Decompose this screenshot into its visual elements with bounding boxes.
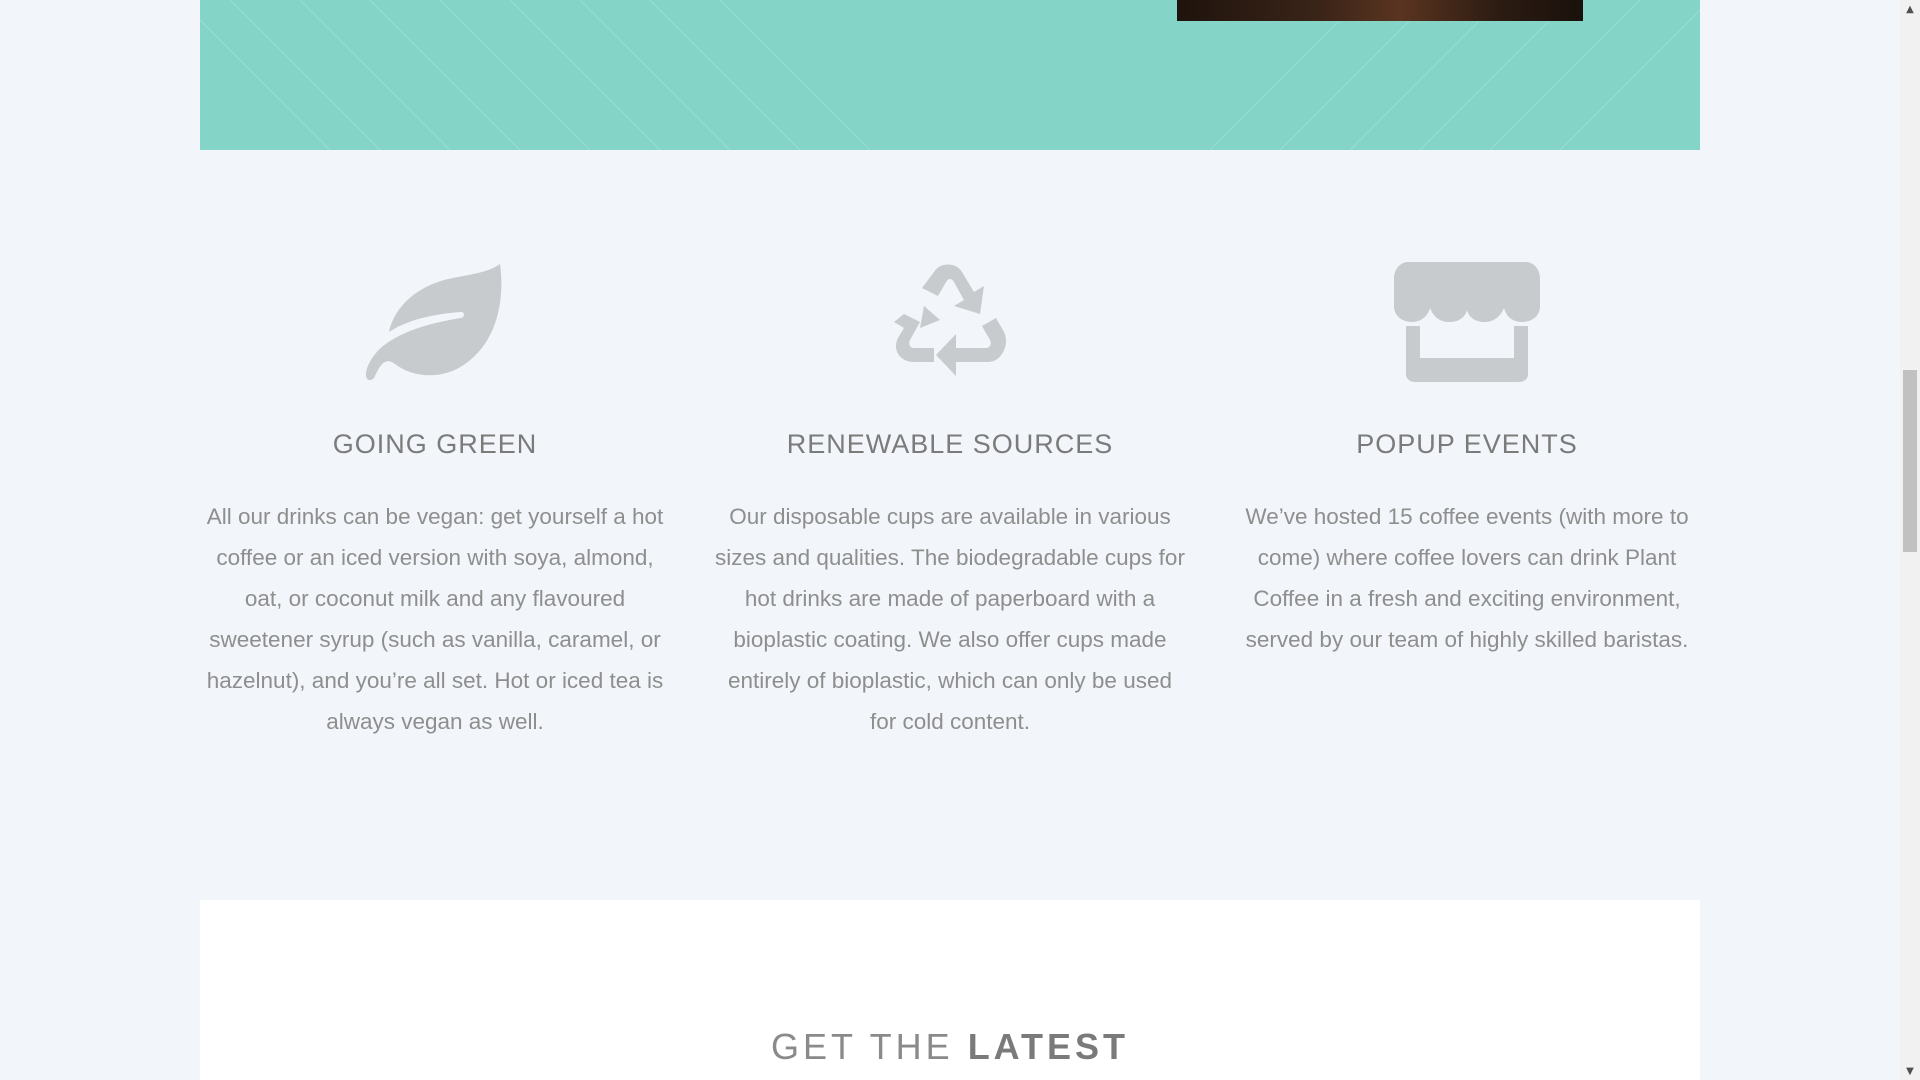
leaf-icon [360, 260, 510, 384]
store-icon [1392, 260, 1542, 384]
heading-emphasis: LATEST [967, 1026, 1130, 1067]
feature-title: RENEWABLE SOURCES [786, 429, 1114, 459]
scrollbar[interactable]: ▲ ▼ [1900, 0, 1920, 1080]
section-heading: GET THE LATEST [200, 1026, 1700, 1068]
newsletter-section: GET THE LATEST [200, 900, 1700, 1080]
heading-prefix: GET THE [770, 1026, 968, 1067]
feature-popup-events: POPUP EVENTS We’ve hosted 15 coffee even… [1232, 260, 1702, 660]
stripe-pattern [200, 0, 1700, 150]
recycle-icon [875, 260, 1025, 384]
feature-title: GOING GREEN [332, 429, 538, 459]
banner-photo [1177, 0, 1583, 21]
feature-title: POPUP EVENTS [1356, 429, 1578, 459]
feature-text: All our drinks can be vegan: get yoursel… [206, 504, 664, 734]
teal-banner [200, 0, 1700, 150]
scroll-thumb[interactable] [1903, 370, 1917, 552]
page: GOING GREEN All our drinks can be vegan:… [0, 0, 1920, 1080]
feature-text: Our disposable cups are available in var… [715, 504, 1185, 734]
feature-text: We’ve hosted 15 coffee events (with more… [1245, 504, 1689, 652]
feature-renewable-sources: RENEWABLE SOURCES Our disposable cups ar… [715, 260, 1185, 742]
features-section: GOING GREEN All our drinks can be vegan:… [200, 260, 1700, 780]
feature-going-green: GOING GREEN All our drinks can be vegan:… [200, 260, 670, 742]
scroll-down-icon[interactable]: ▼ [1900, 1062, 1920, 1080]
scroll-up-icon[interactable]: ▲ [1900, 0, 1920, 18]
